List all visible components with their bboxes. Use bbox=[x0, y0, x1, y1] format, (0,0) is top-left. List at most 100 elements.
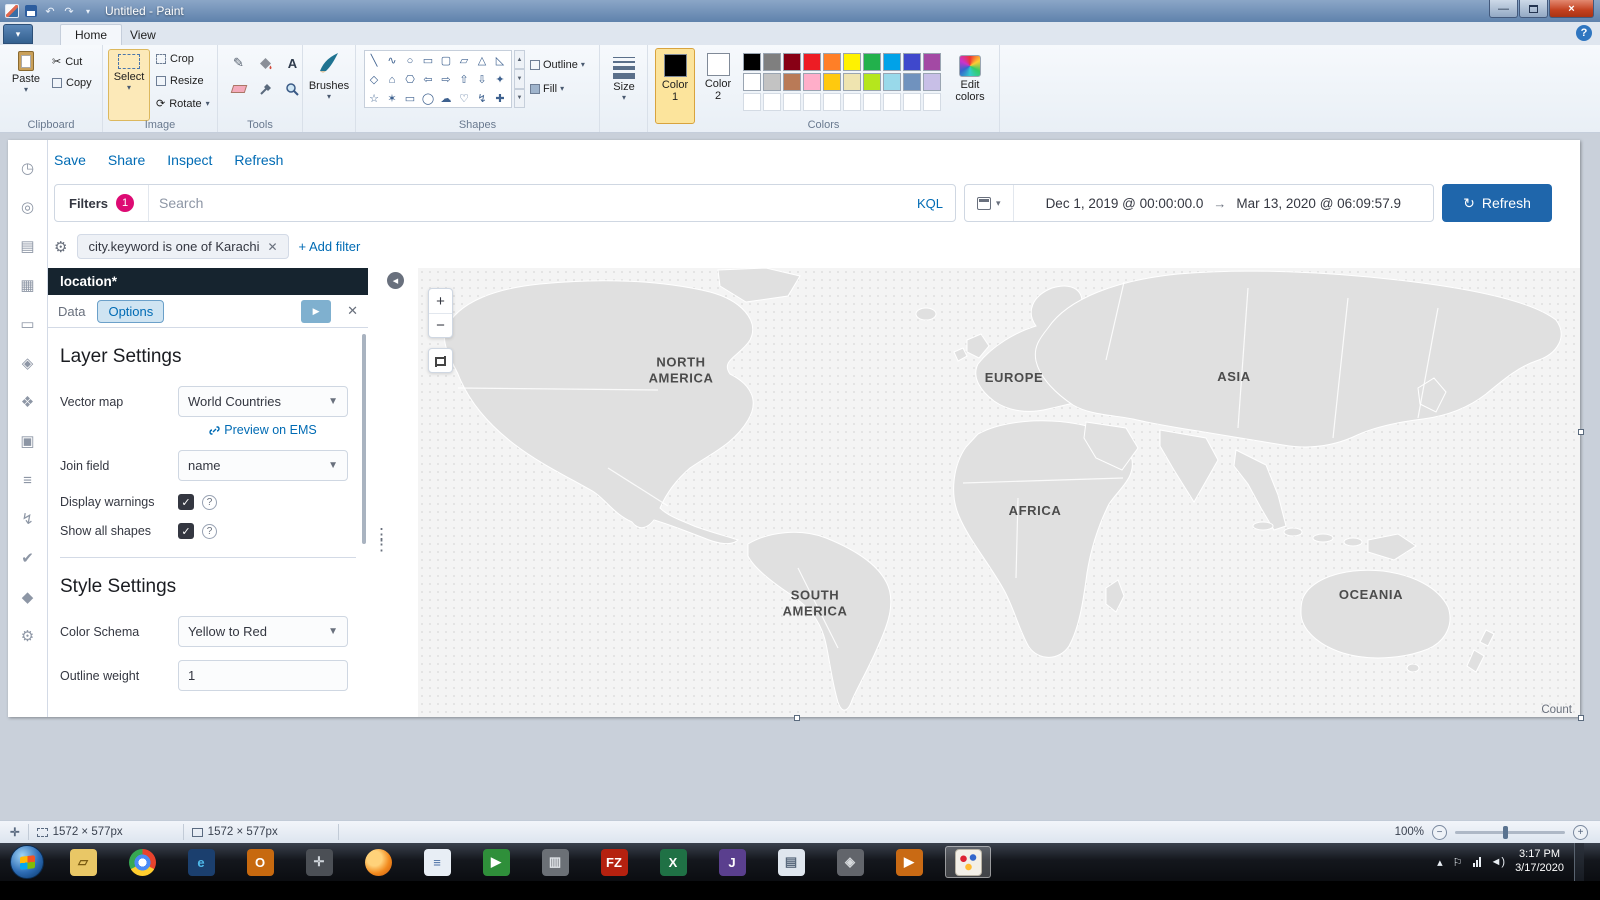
palette-color[interactable] bbox=[823, 93, 841, 111]
outline-button[interactable]: Outline ▾ bbox=[530, 55, 594, 74]
palette-color[interactable] bbox=[763, 93, 781, 111]
palette-color[interactable] bbox=[883, 73, 901, 91]
start-button[interactable] bbox=[10, 845, 44, 879]
zoom-slider-thumb[interactable] bbox=[1503, 825, 1508, 839]
palette-color[interactable] bbox=[743, 93, 761, 111]
eraser-tool[interactable] bbox=[226, 77, 251, 101]
menu-refresh[interactable]: Refresh bbox=[234, 152, 283, 168]
show-desktop-button[interactable] bbox=[1574, 843, 1584, 881]
palette-color[interactable] bbox=[843, 93, 861, 111]
size-button[interactable]: Size ▾ bbox=[603, 51, 645, 102]
draw-bounds-button[interactable] bbox=[428, 348, 453, 373]
date-from[interactable]: Dec 1, 2019 @ 00:00:00.0 bbox=[1046, 196, 1204, 211]
paint-app-icon[interactable] bbox=[5, 4, 19, 18]
cross-shape[interactable]: ✚ bbox=[491, 89, 509, 108]
wordpad-icon[interactable]: ≡ bbox=[414, 846, 460, 878]
redo-icon[interactable]: ↷ bbox=[62, 4, 76, 18]
show-all-shapes-checkbox[interactable]: ✓ bbox=[178, 523, 194, 539]
brushes-button[interactable]: Brushes ▾ bbox=[308, 49, 350, 101]
palette-color[interactable] bbox=[783, 93, 801, 111]
volume-icon[interactable]: ◄) bbox=[1491, 856, 1506, 868]
oval-callout-shape[interactable]: ◯ bbox=[419, 89, 437, 108]
pentagon-shape[interactable]: ⌂ bbox=[383, 70, 401, 89]
metrics-icon[interactable]: ▣ bbox=[18, 431, 38, 451]
visualize-icon[interactable]: ▤ bbox=[18, 236, 38, 256]
recently-viewed-icon[interactable]: ◷ bbox=[18, 158, 38, 178]
palette-color[interactable] bbox=[863, 73, 881, 91]
heart-shape[interactable]: ♡ bbox=[455, 89, 473, 108]
palette-color[interactable] bbox=[883, 53, 901, 71]
four-point-star-shape[interactable]: ✦ bbox=[491, 70, 509, 89]
select-button[interactable]: Select ▾ bbox=[108, 49, 150, 121]
purple-app-icon[interactable]: J bbox=[709, 846, 755, 878]
cut-button[interactable]: ✂ Cut bbox=[52, 55, 82, 69]
palette-color[interactable] bbox=[843, 53, 861, 71]
tab-options[interactable]: Options bbox=[97, 299, 165, 323]
color-schema-select[interactable]: Yellow to Red ▼ bbox=[178, 616, 348, 647]
polygon-shape[interactable]: ▱ bbox=[455, 51, 473, 70]
up-arrow-shape[interactable]: ⇧ bbox=[455, 70, 473, 89]
kql-button[interactable]: KQL bbox=[917, 196, 955, 211]
save-icon[interactable] bbox=[24, 4, 38, 18]
shapes-scroll-down[interactable]: ▼ bbox=[514, 69, 525, 89]
rotate-button[interactable]: ⟳ Rotate ▾ bbox=[156, 97, 210, 111]
magnifier-tool[interactable] bbox=[280, 77, 305, 101]
media-share-icon[interactable]: ▶ bbox=[473, 846, 519, 878]
palette-color[interactable] bbox=[763, 73, 781, 91]
palette-color[interactable] bbox=[903, 53, 921, 71]
text-tool[interactable]: A bbox=[280, 51, 305, 75]
help-icon[interactable]: ? bbox=[202, 523, 217, 539]
maximize-button[interactable] bbox=[1519, 0, 1548, 18]
apm-icon[interactable]: ↯ bbox=[18, 509, 38, 529]
collapse-panel-button[interactable]: ◀ bbox=[387, 272, 404, 289]
color-picker-tool[interactable] bbox=[253, 77, 278, 101]
notepad-icon[interactable]: ▤ bbox=[768, 846, 814, 878]
outlook-icon[interactable]: O bbox=[237, 846, 283, 878]
chrome-icon[interactable] bbox=[119, 846, 165, 878]
management-icon[interactable]: ⚙ bbox=[18, 626, 38, 646]
color2-button[interactable]: Color 2 bbox=[698, 48, 738, 124]
five-point-star-shape[interactable]: ☆ bbox=[365, 89, 383, 108]
palette-color[interactable] bbox=[863, 93, 881, 111]
remote-app-icon[interactable]: ◈ bbox=[827, 846, 873, 878]
cloud-callout-shape[interactable]: ☁ bbox=[437, 89, 455, 108]
zoom-in-icon[interactable]: + bbox=[1573, 824, 1588, 840]
fill-button[interactable]: Fill ▾ bbox=[530, 79, 594, 98]
minimize-button[interactable]: — bbox=[1489, 0, 1518, 18]
outline-weight-input[interactable] bbox=[178, 660, 348, 691]
fill-tool[interactable] bbox=[253, 51, 278, 75]
palette-color[interactable] bbox=[903, 93, 921, 111]
apply-button[interactable]: ▶ bbox=[301, 299, 332, 323]
help-icon[interactable]: ? bbox=[202, 494, 217, 510]
canvas-resize-handle-right[interactable] bbox=[1578, 428, 1584, 435]
filezilla-icon[interactable]: FZ bbox=[591, 846, 637, 878]
media-player-icon[interactable]: ▶ bbox=[886, 846, 932, 878]
palette-color[interactable] bbox=[903, 73, 921, 91]
diamond-shape[interactable]: ◇ bbox=[365, 70, 383, 89]
crop-button[interactable]: Crop bbox=[156, 53, 194, 65]
join-field-select[interactable]: name ▼ bbox=[178, 450, 348, 481]
palette-color[interactable] bbox=[923, 73, 941, 91]
excel-icon[interactable]: X bbox=[650, 846, 696, 878]
menu-inspect[interactable]: Inspect bbox=[167, 152, 212, 168]
palette-color[interactable] bbox=[863, 53, 881, 71]
edit-colors-button[interactable]: Edit colors bbox=[950, 48, 990, 124]
network-icon[interactable] bbox=[1472, 857, 1481, 867]
add-filter-link[interactable]: + Add filter bbox=[299, 239, 361, 254]
palette-color[interactable] bbox=[883, 93, 901, 111]
canvas-resize-handle-bottom[interactable] bbox=[794, 715, 800, 721]
uptime-icon[interactable]: ✔ bbox=[18, 548, 38, 568]
paint-icon[interactable] bbox=[945, 846, 991, 878]
display-warnings-checkbox[interactable]: ✓ bbox=[178, 494, 194, 510]
action-center-icon[interactable]: ⚐ bbox=[1453, 856, 1463, 869]
palette-color[interactable] bbox=[823, 53, 841, 71]
internet-explorer-icon[interactable]: e bbox=[178, 846, 224, 878]
palette-color[interactable] bbox=[803, 93, 821, 111]
palette-color[interactable] bbox=[743, 53, 761, 71]
curve-shape[interactable]: ∿ bbox=[383, 51, 401, 70]
zoom-out-icon[interactable]: − bbox=[1432, 824, 1447, 840]
canvas-icon[interactable]: ▭ bbox=[18, 314, 38, 334]
rectangle-shape[interactable]: ▭ bbox=[419, 51, 437, 70]
taskbar-clock[interactable]: 3:17 PM 3/17/2020 bbox=[1515, 848, 1564, 876]
canvas-resize-handle-corner[interactable] bbox=[1578, 715, 1584, 721]
